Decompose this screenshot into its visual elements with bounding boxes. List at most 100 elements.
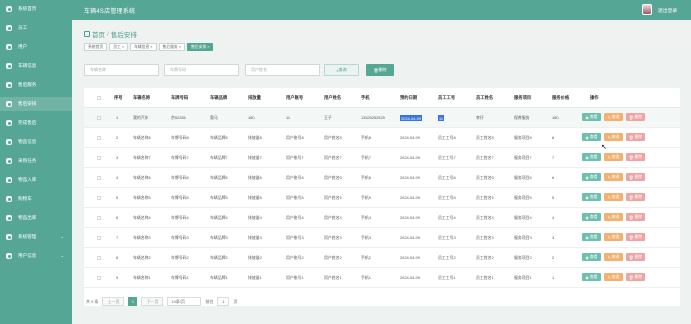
tab-after-sales-arrangement[interactable]: 售后安排 ×	[187, 43, 214, 51]
search-button[interactable]: ⌕ 查询	[324, 64, 359, 76]
row-checkbox[interactable]	[97, 135, 101, 140]
breadcrumb-current: 售后安排	[110, 32, 137, 39]
sidebar-item-label: 采购任务	[18, 158, 37, 163]
row-checkbox[interactable]	[97, 155, 101, 160]
table-row[interactable]: 7 车辆名称3 车牌号码3 车辆品牌3 排放量3 用户账号3 用户姓名3 手机3…	[84, 228, 680, 248]
avatar[interactable]	[642, 4, 652, 15]
sidebar-item-user-info[interactable]: 用户信息 ⌄	[0, 249, 72, 263]
check-icon	[6, 120, 12, 126]
sidebar-item-goods-out[interactable]: 物品出库	[0, 211, 72, 225]
sidebar-item-purchase-task[interactable]: 采购任务	[0, 154, 72, 168]
sidebar-item-users[interactable]: 用户	[0, 40, 72, 54]
page-size-select[interactable]: 10条/页	[167, 297, 202, 306]
delete-button[interactable]: 🗑 删除	[626, 253, 645, 261]
table-row[interactable]: 6 车辆名称4 车牌号码4 车辆品牌4 排放量4 用户账号4 用户姓名4 手机4…	[84, 208, 680, 228]
edit-button[interactable]: ✎ 修改	[604, 133, 623, 141]
edit-button[interactable]: ✎ 修改	[604, 233, 623, 241]
sidebar-item-label: 系统管理	[18, 234, 37, 239]
sidebar-item-home[interactable]: 系统首页	[0, 2, 72, 16]
tab-home[interactable]: 系统首页	[84, 43, 108, 51]
row-checkbox[interactable]	[97, 255, 101, 260]
breadcrumb-home[interactable]: 首页	[92, 29, 105, 39]
view-button[interactable]: ◉ 查看	[582, 173, 601, 181]
delete-button[interactable]: 🗑 删除	[626, 133, 645, 141]
table-header: 序号 车辆名称 车牌号码 车辆品牌 排放量 用户账号 用户姓名 手机 预约日期 …	[84, 88, 680, 108]
top-bar: 车辆4S店管理系统 退出登录	[72, 0, 691, 20]
edit-button[interactable]: ✎ 修改	[604, 113, 623, 121]
view-button[interactable]: ◉ 查看	[582, 273, 601, 281]
eye-icon: ◉	[585, 195, 589, 200]
delete-button[interactable]: 🗑 删除	[626, 173, 645, 181]
view-button[interactable]: ◉ 查看	[582, 193, 601, 201]
delete-button[interactable]: 🗑 删除	[626, 273, 645, 281]
delete-button[interactable]: 🗑 删除	[626, 233, 645, 241]
eye-icon: ◉	[585, 275, 589, 280]
sidebar-item-label: 物品入库	[18, 177, 37, 182]
table-row[interactable]: 5 车辆名称5 车牌号码5 车辆品牌5 排放量5 用户账号5 用户姓名5 手机5…	[84, 188, 680, 208]
sidebar-item-goods-in[interactable]: 物品入库	[0, 173, 72, 187]
table-row[interactable]: 2 车辆名称8 车牌号码8 车辆品牌8 排放量8 用户账号8 用户姓名8 手机8…	[84, 128, 680, 148]
view-button[interactable]: ◉ 查看	[582, 253, 601, 261]
select-all-checkbox[interactable]	[97, 95, 101, 100]
view-button[interactable]: ◉ 查看	[582, 213, 601, 221]
edit-button[interactable]: ✎ 修改	[604, 173, 623, 181]
user-name-input[interactable]: 用户姓名	[245, 64, 320, 76]
goto-page-input[interactable]: 1	[217, 297, 230, 306]
sidebar-item-completed-service[interactable]: 完成售后	[0, 116, 72, 130]
table-row[interactable]: 8 车辆名称2 车牌号码2 车辆品牌2 排放量2 用户账号2 用户姓名2 手机2…	[84, 248, 680, 268]
sidebar-item-system-management[interactable]: 系统管理 ⌄	[0, 230, 72, 244]
sidebar-item-cart[interactable]: 购物车	[0, 192, 72, 206]
user-icon	[6, 25, 12, 31]
sidebar-item-label: 完成售后	[18, 120, 37, 125]
edit-icon: ✎	[607, 195, 611, 200]
sidebar-item-after-sales-arrangement[interactable]: 售后安排	[0, 97, 72, 111]
sidebar: 系统首页 员工 用户 车辆信息 售后服务 售后安排 完成售后 物品信息 采购任务…	[0, 0, 72, 324]
sidebar-item-goods-info[interactable]: 物品信息	[0, 135, 72, 149]
edit-button[interactable]: ✎ 修改	[604, 193, 623, 201]
edit-button[interactable]: ✎ 修改	[604, 153, 623, 161]
row-checkbox[interactable]	[97, 195, 101, 200]
edit-button[interactable]: ✎ 修改	[604, 273, 623, 281]
edit-icon: ✎	[607, 235, 611, 240]
delete-button[interactable]: 🗑 删除	[626, 193, 645, 201]
vehicle-name-input[interactable]: 车辆名称	[84, 64, 159, 76]
tab-after-sales-service[interactable]: 售后服务 ×	[158, 43, 185, 51]
trash-icon: 🗑	[628, 215, 634, 220]
profile-icon	[6, 253, 12, 259]
row-checkbox[interactable]	[97, 175, 101, 180]
sidebar-item-staff[interactable]: 员工	[0, 21, 72, 35]
table-row[interactable]: 9 车辆名称1 车牌号码1 车辆品牌1 排放量1 用户账号1 用户姓名1 手机1…	[84, 268, 680, 288]
row-checkbox[interactable]	[97, 215, 101, 220]
eye-icon: ◉	[585, 155, 589, 160]
edit-button[interactable]: ✎ 修改	[604, 253, 623, 261]
table-row[interactable]: 1 我的汽车 京52255 奥马 180 11 王子 13525252525 2…	[84, 108, 680, 128]
batch-delete-button[interactable]: 🗑 删除	[366, 64, 394, 76]
logout-button[interactable]: 退出登录	[658, 7, 677, 14]
next-page-button[interactable]: 下一页	[141, 297, 164, 306]
edit-button[interactable]: ✎ 修改	[604, 213, 623, 221]
tab-staff[interactable]: 员工 ×	[109, 43, 129, 51]
user-icon	[6, 44, 12, 50]
row-checkbox[interactable]	[97, 235, 101, 240]
license-plate-input[interactable]: 车牌号码	[164, 64, 239, 76]
row-checkbox[interactable]	[97, 115, 101, 120]
view-button[interactable]: ◉ 查看	[582, 113, 601, 121]
view-button[interactable]: ◉ 查看	[582, 233, 601, 241]
page-number[interactable]: 1	[128, 297, 138, 306]
prev-page-button[interactable]: 上一页	[102, 297, 125, 306]
view-button[interactable]: ◉ 查看	[582, 153, 601, 161]
breadcrumb-separator: /	[107, 30, 109, 38]
tab-vehicle-info[interactable]: 车辆信息 ×	[130, 43, 157, 51]
row-checkbox[interactable]	[97, 275, 101, 280]
delete-button[interactable]: 🗑 删除	[626, 153, 645, 161]
sidebar-item-vehicle-info[interactable]: 车辆信息	[0, 59, 72, 73]
sidebar-item-label: 购物车	[18, 196, 32, 201]
view-button[interactable]: ◉ 查看	[582, 133, 601, 141]
edit-icon: ✎	[607, 155, 611, 160]
table-row[interactable]: 4 车辆名称6 车牌号码6 车辆品牌6 排放量6 用户账号6 用户姓名6 手机6…	[84, 168, 680, 188]
column-header: 服务价格	[552, 95, 570, 100]
delete-button[interactable]: 🗑 删除	[626, 213, 645, 221]
table-row[interactable]: 3 车辆名称7 车牌号码7 车辆品牌7 排放量7 用户账号7 用户姓名7 手机7…	[84, 148, 680, 168]
delete-button[interactable]: 🗑 删除	[626, 113, 645, 121]
sidebar-item-after-sales-service[interactable]: 售后服务	[0, 78, 72, 92]
